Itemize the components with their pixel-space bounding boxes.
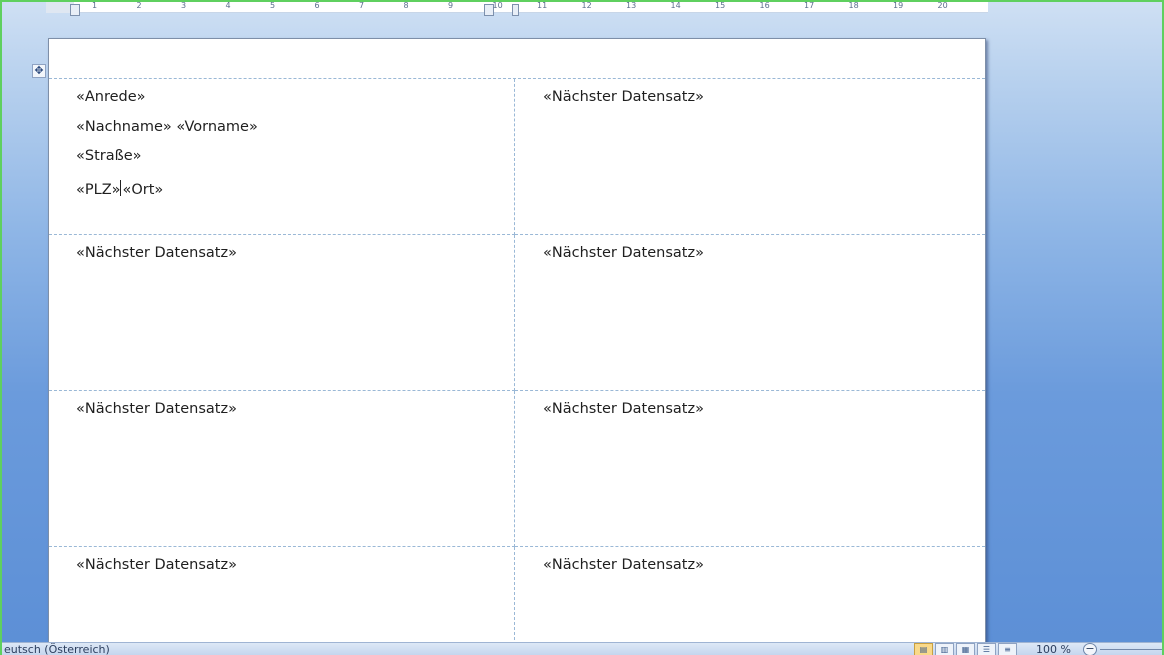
merge-field-next-record[interactable]: «Nächster Datensatz»	[76, 401, 514, 431]
merge-field-strasse[interactable]: «Straße»	[76, 148, 514, 178]
ruler-tick-label: 1	[92, 1, 98, 10]
merge-field-ort[interactable]: «Ort»	[123, 182, 164, 198]
label-cell[interactable]: «Nächster Datensatz»	[49, 391, 515, 547]
left-indent-marker[interactable]	[70, 4, 80, 16]
ruler-tick-label: 20	[937, 1, 948, 10]
zoom-out-button[interactable]: −	[1083, 643, 1097, 655]
merge-field-anrede[interactable]: «Anrede»	[76, 89, 514, 119]
ruler-tick-label: 19	[893, 1, 904, 10]
language-indicator[interactable]: eutsch (Österreich)	[4, 643, 110, 655]
merge-field-plz[interactable]: «PLZ»	[76, 182, 121, 198]
ruler-tick-label: 12	[581, 1, 592, 10]
merge-field-next-record[interactable]: «Nächster Datensatz»	[543, 89, 985, 119]
merge-field-name[interactable]: «Nachname» «Vorname»	[76, 119, 514, 149]
document-page[interactable]: «Anrede» «Nachname» «Vorname» «Straße» «…	[48, 38, 986, 655]
ruler-tick-label: 2	[136, 1, 142, 10]
ruler-tick-label: 11	[537, 1, 548, 10]
ruler-tick-label: 10	[492, 1, 503, 10]
ruler-tick-label: 6	[314, 1, 320, 10]
label-cell[interactable]: «Nächster Datensatz»	[49, 235, 515, 391]
column-marker[interactable]	[512, 4, 519, 16]
ruler-tick-label: 17	[804, 1, 815, 10]
view-buttons: ▤ ▥ ▦ ☰ ≡	[914, 643, 1017, 655]
zoom-level[interactable]: 100 %	[1036, 643, 1071, 655]
merge-field-next-record[interactable]: «Nächster Datensatz»	[76, 245, 514, 275]
merge-field-next-record[interactable]: «Nächster Datensatz»	[543, 245, 985, 275]
web-layout-view-icon[interactable]: ▦	[956, 643, 975, 655]
ruler-tick-label: 16	[759, 1, 770, 10]
label-cell[interactable]: «Nächster Datensatz»	[515, 391, 985, 547]
outline-view-icon[interactable]: ☰	[977, 643, 996, 655]
ruler-tick-label: 7	[359, 1, 365, 10]
table-move-handle-icon[interactable]: ✥	[32, 64, 46, 78]
ruler-tick-label: 8	[403, 1, 409, 10]
merge-field-next-record[interactable]: «Nächster Datensatz»	[543, 401, 985, 431]
ruler-tick-label: 4	[225, 1, 231, 10]
label-cell[interactable]: «Anrede» «Nachname» «Vorname» «Straße» «…	[49, 79, 515, 235]
label-cell[interactable]: «Nächster Datensatz»	[515, 235, 985, 391]
full-screen-reading-view-icon[interactable]: ▥	[935, 643, 954, 655]
ruler-tick-label: 3	[181, 1, 187, 10]
label-cell[interactable]: «Nächster Datensatz»	[515, 79, 985, 235]
ruler-tick-label: 9	[448, 1, 454, 10]
horizontal-ruler[interactable]: 1 2 3 4 5 6 7 8 9 10 11 12 13 14 15 16 17 18 19 20	[46, 1, 988, 16]
draft-view-icon[interactable]: ≡	[998, 643, 1017, 655]
print-layout-view-icon[interactable]: ▤	[914, 643, 933, 655]
status-bar: eutsch (Österreich) ▤ ▥ ▦ ☰ ≡ 100 % −	[2, 642, 1162, 655]
label-cell[interactable]: «Nächster Datensatz»	[515, 547, 985, 655]
merge-field-next-record[interactable]: «Nächster Datensatz»	[76, 557, 514, 587]
text-cursor-icon	[119, 180, 127, 197]
ruler-tick-label: 13	[626, 1, 637, 10]
ruler-tick-label: 15	[715, 1, 726, 10]
ruler-tick-label: 18	[848, 1, 859, 10]
label-table: «Anrede» «Nachname» «Vorname» «Straße» «…	[49, 78, 985, 655]
zoom-slider[interactable]	[1100, 649, 1162, 650]
ruler-tick-label: 14	[670, 1, 681, 10]
ruler-tick-label: 5	[270, 1, 276, 10]
label-cell[interactable]: «Nächster Datensatz»	[49, 547, 515, 655]
merge-field-next-record[interactable]: «Nächster Datensatz»	[543, 557, 985, 587]
merge-field-plz-ort-line[interactable]: «PLZ» «Ort»	[76, 178, 514, 208]
